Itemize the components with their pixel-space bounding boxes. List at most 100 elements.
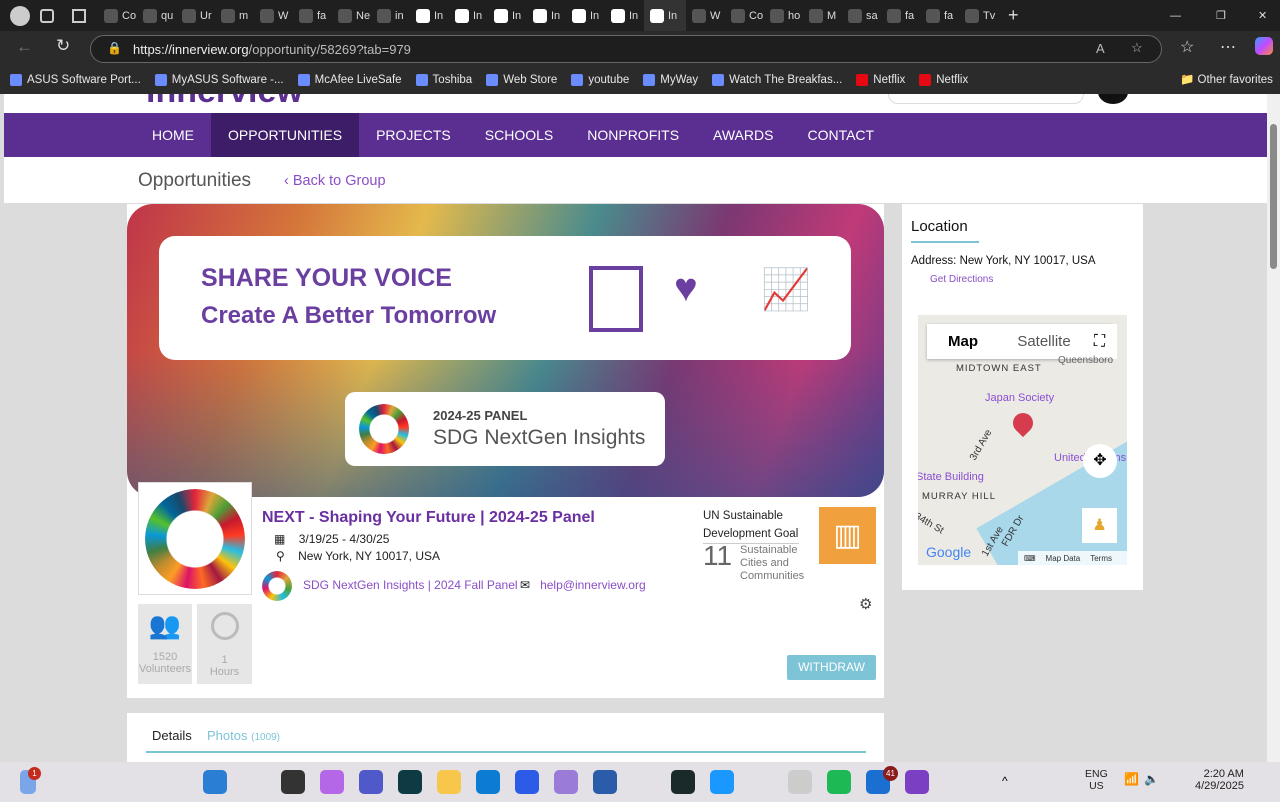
bookmark-item[interactable]: ASUS Software Port... (10, 74, 141, 86)
browser-tab[interactable]: Ur (176, 0, 215, 31)
nav-awards[interactable]: AWARDS (696, 113, 790, 157)
browser-tab[interactable]: In (605, 0, 644, 31)
star-icon[interactable]: ☆ (1131, 40, 1143, 56)
browser-tab[interactable]: In (566, 0, 605, 31)
browser-tab[interactable]: M (803, 0, 842, 31)
browser-tab[interactable]: In (644, 0, 686, 31)
start-icon[interactable] (203, 770, 227, 794)
spotify-icon[interactable] (827, 770, 851, 794)
bookmark-item[interactable]: Netflix (919, 74, 968, 86)
map-button[interactable]: Map (927, 333, 999, 350)
nav-schools[interactable]: SCHOOLS (468, 113, 570, 157)
pan-control-icon[interactable]: ✥ (1083, 444, 1117, 478)
app-icon[interactable] (788, 770, 812, 794)
google-map[interactable]: 3rd Ave 1st Ave FDR Dr 34th St Map Satel… (918, 315, 1127, 565)
search-icon[interactable] (242, 770, 266, 794)
email-row[interactable]: ✉ help@innerview.org (520, 578, 646, 592)
browser-tab[interactable]: Co (98, 0, 137, 31)
back-to-group-link[interactable]: ‹ Back to Group (284, 173, 386, 189)
bookmark-item[interactable]: McAfee LiveSafe (297, 74, 402, 86)
tab-actions-icon[interactable] (72, 8, 86, 23)
clock[interactable]: 2:20 AM 4/29/2025 (1195, 768, 1244, 792)
favorites-icon[interactable]: ☆ (1180, 37, 1194, 57)
browser-tab[interactable]: qu (137, 0, 176, 31)
volume-icon[interactable]: 🔈 (1144, 772, 1159, 786)
workspaces-icon[interactable] (40, 8, 54, 23)
bookmark-item[interactable]: Watch The Breakfas... (712, 74, 842, 86)
teams-icon[interactable] (359, 770, 383, 794)
scrollbar-thumb[interactable] (1270, 124, 1277, 269)
site-logo[interactable]: innerview (146, 94, 303, 111)
browser-tab[interactable]: In (449, 0, 488, 31)
app-icon[interactable] (515, 770, 539, 794)
browser-tab[interactable]: W (686, 0, 725, 31)
wifi-icon[interactable]: 📶 (1124, 772, 1139, 786)
bookmark-item[interactable]: Netflix (856, 74, 905, 86)
browser-tab[interactable]: Co (725, 0, 764, 31)
nav-nonprofits[interactable]: NONPROFITS (570, 113, 696, 157)
browser-tab[interactable]: In (488, 0, 527, 31)
disney-plus-icon[interactable] (398, 770, 422, 794)
map-marker-icon[interactable] (1008, 408, 1038, 438)
group-link[interactable]: SDG NextGen Insights | 2024 Fall Panel (303, 578, 518, 592)
pegman-icon[interactable]: ♟ (1082, 508, 1117, 543)
more-icon[interactable]: ⋯ (1220, 37, 1236, 57)
onenote-icon[interactable] (905, 770, 929, 794)
bookmark-item[interactable]: Web Store (486, 74, 557, 86)
bookmark-item[interactable]: MyASUS Software -... (154, 74, 284, 86)
back-icon[interactable]: ← (16, 37, 33, 57)
search-box[interactable] (888, 94, 1084, 104)
nav-home[interactable]: HOME (135, 113, 211, 157)
other-favorites[interactable]: 📁 Other favorites (1180, 72, 1273, 86)
profile-icon[interactable] (10, 5, 30, 26)
nav-projects[interactable]: PROJECTS (359, 113, 468, 157)
store-icon[interactable] (593, 770, 617, 794)
withdraw-button[interactable]: WITHDRAW (787, 655, 876, 680)
prime-video-icon[interactable] (710, 770, 734, 794)
fullscreen-icon[interactable]: ⛶ (1082, 324, 1117, 359)
get-directions-link[interactable]: Get Directions (930, 274, 993, 285)
terms-link[interactable]: Terms (1090, 554, 1112, 563)
tab-photos[interactable]: Photos (1009) (207, 728, 280, 743)
tab-details[interactable]: Details (152, 728, 192, 743)
close-window-button[interactable]: ✕ (1258, 9, 1267, 22)
email-link[interactable]: help@innerview.org (540, 578, 646, 592)
browser-tab[interactable]: fa (920, 0, 959, 31)
bookmark-item[interactable]: Toshiba (415, 74, 472, 86)
file-explorer-icon[interactable] (437, 770, 461, 794)
edge-icon[interactable] (476, 770, 500, 794)
settings-gear-icon[interactable]: ⚙ (859, 595, 872, 613)
map-data-link[interactable]: Map Data (1046, 554, 1081, 563)
browser-tab[interactable]: In (527, 0, 566, 31)
url-input[interactable]: 🔒 https://innerview.org/opportunity/5826… (90, 35, 1162, 63)
bookmark-item[interactable]: youtube (571, 74, 629, 86)
copilot-app-icon[interactable] (554, 770, 578, 794)
amazon-icon[interactable] (632, 770, 656, 794)
hulu-icon[interactable] (671, 770, 695, 794)
browser-tab[interactable]: m (215, 0, 254, 31)
new-tab-button[interactable]: + (1008, 5, 1019, 26)
browser-tab[interactable]: in (371, 0, 410, 31)
copilot-icon[interactable] (1255, 37, 1273, 55)
copilot-icon[interactable] (320, 770, 344, 794)
language-indicator[interactable]: ENG US (1085, 768, 1108, 792)
tray-chevron-icon[interactable]: ^ (1002, 774, 1008, 788)
task-view-icon[interactable] (281, 770, 305, 794)
bookmark-item[interactable]: MyWay (643, 74, 698, 86)
restore-button[interactable]: ❐ (1216, 9, 1226, 22)
browser-tab[interactable]: fa (293, 0, 332, 31)
nav-opportunities[interactable]: OPPORTUNITIES (211, 113, 360, 157)
browser-tab[interactable]: In (410, 0, 449, 31)
browser-tab[interactable]: fa (881, 0, 920, 31)
netflix-icon[interactable] (749, 770, 773, 794)
browser-tab[interactable]: ho (764, 0, 803, 31)
read-aloud-icon[interactable]: A (1096, 41, 1105, 56)
nav-contact[interactable]: CONTACT (790, 113, 891, 157)
satellite-button[interactable]: Satellite (999, 333, 1089, 350)
browser-tab[interactable]: sa (842, 0, 881, 31)
refresh-icon[interactable]: ↻ (56, 36, 70, 56)
browser-tab[interactable]: Ne (332, 0, 371, 31)
user-avatar[interactable] (1098, 94, 1128, 104)
browser-tab[interactable]: Tv (959, 0, 998, 31)
browser-tab[interactable]: W (254, 0, 293, 31)
